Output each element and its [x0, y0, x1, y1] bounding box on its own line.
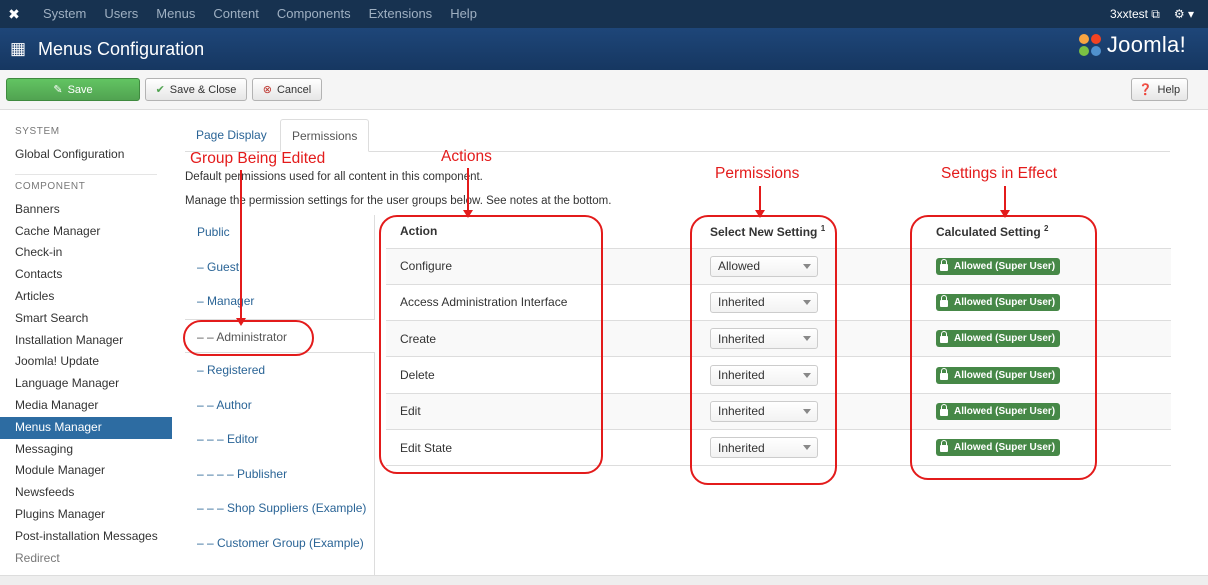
- annotation-arrow: [236, 170, 246, 326]
- help-label: Help: [1157, 83, 1181, 96]
- joomla-logo: Joomla!: [1077, 32, 1186, 58]
- group-item[interactable]: Public: [185, 215, 374, 250]
- check-icon: ✔: [155, 84, 165, 96]
- group-item[interactable]: – – – Editor: [185, 422, 374, 457]
- annotation-arrow: [755, 186, 765, 218]
- annotation-permissions: Permissions: [715, 165, 800, 182]
- permissions-description: Default permissions used for all content…: [185, 171, 483, 183]
- joomla-logo-icon: [1078, 34, 1101, 56]
- annotation-actions: Actions: [441, 148, 492, 165]
- group-item[interactable]: – – Customer Group (Example): [185, 526, 374, 561]
- group-item[interactable]: – – – – Publisher: [185, 457, 374, 492]
- save-button[interactable]: ✎ Save: [6, 78, 140, 101]
- site-name: 3xxtest: [1109, 6, 1148, 21]
- save-label: Save: [67, 83, 93, 96]
- sidebar-item-menus-manager[interactable]: Menus Manager: [0, 416, 172, 439]
- toolbar: ✎ Save ✔ Save & Close ⊗ Cancel ❓ Help: [0, 70, 1208, 110]
- group-item[interactable]: – Guest: [185, 250, 374, 285]
- settings-dropdown[interactable]: ⚙ ▾: [1174, 7, 1194, 21]
- sidebar-item-joomla-update[interactable]: Joomla! Update: [0, 351, 172, 373]
- group-item[interactable]: – – Author: [185, 388, 374, 423]
- menu-users[interactable]: Users: [104, 0, 138, 28]
- sidebar-item-messaging[interactable]: Messaging: [0, 439, 172, 461]
- help-button[interactable]: ❓ Help: [1131, 78, 1188, 101]
- sidebar-item-language-manager[interactable]: Language Manager: [0, 373, 172, 395]
- cancel-label: Cancel: [276, 83, 312, 96]
- admin-menu: System Users Menus Content Components Ex…: [34, 0, 486, 28]
- group-item[interactable]: – Manager: [185, 284, 374, 319]
- sidebar-divider: [15, 173, 157, 175]
- tab-permissions[interactable]: Permissions: [280, 119, 370, 152]
- sidebar-item-post-installation-messages[interactable]: Post-installation Messages: [0, 526, 172, 548]
- menu-content[interactable]: Content: [213, 0, 259, 28]
- menu-help[interactable]: Help: [450, 0, 477, 28]
- save-close-label: Save & Close: [169, 83, 237, 96]
- sidebar-item-plugins-manager[interactable]: Plugins Manager: [0, 504, 172, 526]
- cancel-icon: ⊗: [262, 84, 272, 96]
- annotation-oval-actions: [379, 215, 603, 474]
- menus-config-icon: ▦: [9, 39, 27, 58]
- sidebar-item-media-manager[interactable]: Media Manager: [0, 395, 172, 417]
- question-icon: ❓: [1138, 84, 1153, 96]
- sidebar-item-check-in[interactable]: Check-in: [0, 242, 172, 264]
- page-title: Menus Configuration: [38, 38, 205, 59]
- sidebar-item-newsfeeds[interactable]: Newsfeeds: [0, 482, 172, 504]
- permissions-instructions: Manage the permission settings for the u…: [185, 195, 612, 207]
- group-item[interactable]: – Registered: [185, 353, 374, 388]
- annotation-oval-group: [183, 320, 314, 356]
- menu-extensions[interactable]: Extensions: [369, 0, 433, 28]
- sidebar-item-redirect[interactable]: Redirect: [0, 548, 172, 570]
- joomla-icon[interactable]: ✖: [0, 0, 28, 28]
- menu-system[interactable]: System: [43, 0, 86, 28]
- annotation-arrow: [463, 168, 473, 218]
- bottom-status-bar: [0, 575, 1208, 585]
- sidebar-item-module-manager[interactable]: Module Manager: [0, 460, 172, 482]
- save-close-button[interactable]: ✔ Save & Close: [145, 78, 247, 101]
- user-group-list: Public – Guest – Manager – – Administrat…: [185, 215, 375, 575]
- group-item[interactable]: – – – Shop Suppliers (Example): [185, 491, 374, 526]
- annotation-oval-effect: [910, 215, 1097, 480]
- joomla-brand-text: Joomla!: [1106, 32, 1186, 57]
- site-name-link[interactable]: 3xxtest ⧉: [1110, 7, 1160, 22]
- sidebar-item-installation-manager[interactable]: Installation Manager: [0, 330, 172, 352]
- menu-components[interactable]: Components: [277, 0, 351, 28]
- sidebar-item-global-configuration[interactable]: Global Configuration: [0, 144, 172, 166]
- admin-menubar: ✖ System Users Menus Content Components …: [0, 0, 1208, 28]
- sidebar-item-contacts[interactable]: Contacts: [0, 264, 172, 286]
- edit-icon: ✎: [53, 84, 63, 96]
- sidebar-heading-component: COMPONENT: [15, 180, 86, 192]
- annotation-arrow: [1000, 186, 1010, 218]
- sidebar: SYSTEM Global Configuration COMPONENT Ba…: [0, 118, 172, 569]
- sidebar-item-cache-manager[interactable]: Cache Manager: [0, 221, 172, 243]
- external-link-icon: ⧉: [1151, 6, 1160, 21]
- sidebar-heading-system: SYSTEM: [15, 126, 60, 137]
- annotation-settings-in-effect: Settings in Effect: [941, 165, 1058, 182]
- annotation-group-being-edited: Group Being Edited: [190, 150, 326, 167]
- sidebar-item-smart-search[interactable]: Smart Search: [0, 308, 172, 330]
- cancel-button[interactable]: ⊗ Cancel: [252, 78, 322, 101]
- config-tabs: Page Display Permissions: [185, 119, 1170, 152]
- page-header: ▦ Menus Configuration: [0, 28, 1208, 70]
- annotation-oval-permissions: [690, 215, 837, 485]
- sidebar-item-banners[interactable]: Banners: [0, 199, 172, 221]
- menu-menus[interactable]: Menus: [156, 0, 195, 28]
- sidebar-item-articles[interactable]: Articles: [0, 286, 172, 308]
- tab-page-display[interactable]: Page Display: [185, 119, 278, 152]
